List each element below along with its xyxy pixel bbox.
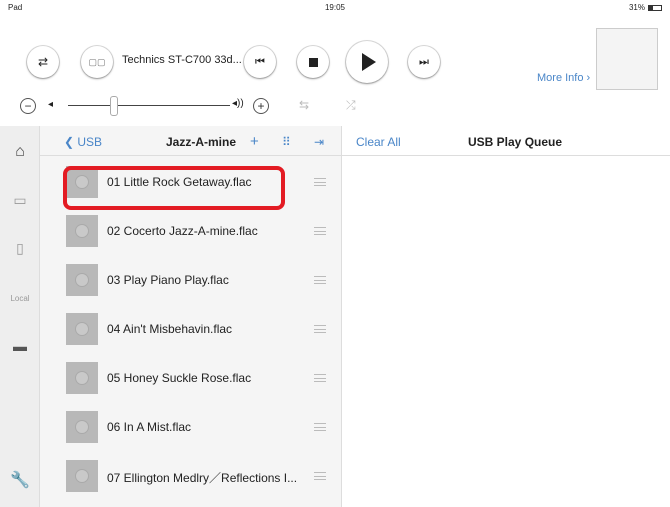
- home-icon[interactable]: ⌂: [8, 140, 32, 164]
- drag-handle-icon[interactable]: [314, 423, 326, 431]
- highlight-box: [63, 166, 285, 210]
- volume-minus-button[interactable]: −: [20, 98, 36, 114]
- device-model[interactable]: Technics ST-C700 33d...: [122, 54, 242, 66]
- volume-low-icon: ◂: [48, 99, 54, 110]
- play-next-icon[interactable]: ⇥: [314, 135, 324, 149]
- next-button[interactable]: ⏭: [408, 46, 440, 78]
- queue-header: Clear All USB Play Queue: [342, 126, 670, 156]
- back-button[interactable]: ❮ USB: [64, 135, 102, 149]
- clear-all-button[interactable]: Clear All: [356, 135, 401, 149]
- more-info-label: More Info: [537, 72, 584, 84]
- drag-handle-icon[interactable]: [314, 472, 326, 480]
- track-row[interactable]: 04 Ain't Misbehavin.flac: [40, 305, 341, 354]
- folder-title: Jazz-A-mine: [166, 135, 237, 149]
- next-icon: ⏭: [419, 55, 429, 68]
- usb-drive-icon[interactable]: ▬: [8, 334, 32, 358]
- sidebar: ⌂ ▭ ▯ Local ▬ 🔧: [0, 126, 40, 507]
- battery-icon: [648, 4, 662, 11]
- device-icon: ▢▢: [88, 56, 106, 67]
- stop-button[interactable]: [297, 46, 329, 78]
- track-row[interactable]: 05 Honey Suckle Rose.flac: [40, 354, 341, 403]
- track-row[interactable]: 07 Ellington Medlry／Reflections I...: [40, 452, 341, 501]
- drag-handle-icon[interactable]: [314, 178, 326, 186]
- play-button[interactable]: [346, 41, 388, 83]
- previous-button[interactable]: ⏮: [244, 46, 276, 78]
- track-thumbnail: [66, 264, 98, 296]
- add-icon[interactable]: +: [250, 133, 259, 150]
- drag-handle-icon[interactable]: [314, 325, 326, 333]
- track-thumbnail: [66, 215, 98, 247]
- track-name: 06 In A Mist.flac: [107, 420, 192, 434]
- volume-track: [68, 105, 230, 106]
- track-name: 04 Ain't Misbehavin.flac: [107, 322, 233, 336]
- battery-indicator: 31%: [629, 3, 662, 12]
- track-name: 02 Cocerto Jazz-A-mine.flac: [107, 224, 258, 238]
- drag-handle-icon[interactable]: [314, 227, 326, 235]
- status-bar: Pad 19:05 31%: [0, 0, 670, 16]
- repeat-icon[interactable]: ⇆: [299, 98, 309, 112]
- play-icon: [362, 53, 376, 71]
- track-thumbnail: [66, 362, 98, 394]
- queue-title: USB Play Queue: [468, 135, 563, 149]
- album-art[interactable]: [596, 28, 658, 90]
- track-row[interactable]: 06 In A Mist.flac: [40, 403, 341, 452]
- back-label: USB: [77, 135, 103, 149]
- settings-wrench-icon[interactable]: 🔧: [8, 468, 32, 492]
- more-info-link[interactable]: More Info ›: [537, 72, 590, 84]
- device-button[interactable]: ▢▢: [81, 46, 113, 78]
- drag-handle-icon[interactable]: [314, 276, 326, 284]
- track-name: 07 Ellington Medlry／Reflections I...: [107, 471, 298, 485]
- input-icon: ⇄: [37, 55, 49, 69]
- grid-view-icon[interactable]: ⠿: [282, 135, 291, 149]
- track-thumbnail: [66, 313, 98, 345]
- network-icon[interactable]: ▭: [8, 188, 32, 212]
- list-header: ❮ USB Jazz-A-mine + ⠿ ⇥: [40, 126, 341, 156]
- drag-handle-icon[interactable]: [314, 374, 326, 382]
- input-select-button[interactable]: ⇄: [27, 46, 59, 78]
- clock: 19:05: [324, 3, 346, 12]
- volume-slider-thumb[interactable]: [110, 96, 118, 116]
- track-thumbnail: [66, 460, 98, 492]
- track-name: 03 Play Piano Play.flac: [107, 273, 229, 287]
- volume-row: − ◂ ◂)) + ⇆ ⤮: [0, 96, 670, 116]
- track-row[interactable]: 02 Cocerto Jazz-A-mine.flac: [40, 207, 341, 256]
- track-name: 05 Honey Suckle Rose.flac: [107, 371, 252, 385]
- local-label: Local: [10, 293, 30, 303]
- tablet-icon[interactable]: ▯: [8, 236, 32, 260]
- local-music-icon[interactable]: Local: [8, 286, 32, 310]
- stop-icon: [308, 57, 318, 67]
- volume-high-icon: ◂)): [232, 98, 244, 109]
- volume-plus-button[interactable]: +: [253, 98, 269, 114]
- track-row[interactable]: 03 Play Piano Play.flac: [40, 256, 341, 305]
- battery-percent: 31%: [628, 3, 645, 12]
- track-thumbnail: [66, 411, 98, 443]
- shuffle-icon[interactable]: ⤮: [346, 98, 356, 113]
- previous-icon: ⏮: [255, 55, 265, 68]
